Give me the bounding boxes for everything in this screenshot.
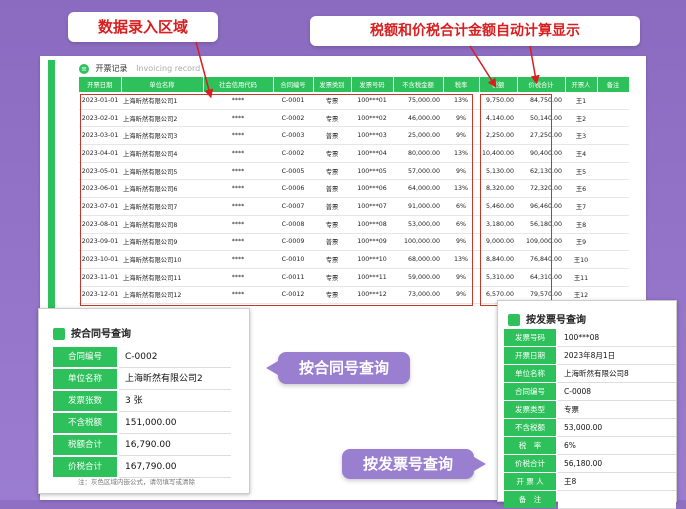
field-value: C-0008 (558, 383, 676, 401)
field-label: 价税合计 (53, 457, 117, 477)
invoice-query-title: 按发票号查询 (508, 311, 586, 326)
field-label: 合同编号 (53, 347, 117, 367)
field-value: 2023年8月1日 (558, 347, 676, 365)
bubble-contract-query: 按合同号查询 (266, 352, 410, 384)
field-label: 不含税额 (53, 413, 117, 433)
field-label: 价税合计 (504, 455, 556, 472)
field-label: 发票类型 (504, 401, 556, 418)
field-value[interactable]: C-0002 (119, 347, 231, 368)
arrow-entry (195, 41, 214, 99)
field-label: 不含税额 (504, 419, 556, 436)
field-label: 单位名称 (504, 365, 556, 382)
field-label: 发票张数 (53, 391, 117, 411)
field-value: 53,000.00 (558, 419, 676, 437)
field-label: 开票日期 (504, 347, 556, 364)
arrow-tax (469, 45, 497, 88)
field-label: 发票号码 (504, 329, 556, 346)
contract-query-title: 按合同号查询 (53, 325, 131, 340)
field-value: 56,180.00 (558, 455, 676, 473)
field-value: 151,000.00 (119, 413, 231, 434)
field-value: 专票 (558, 401, 676, 419)
bubble-invoice-query: 按发票号查询 (342, 449, 486, 479)
field-value[interactable]: 100***08 (558, 329, 676, 347)
field-value: 6% (558, 437, 676, 455)
field-label: 税 率 (504, 437, 556, 454)
invoice-query-panel: 按发票号查询 发票号码 100***08 开票日期 2023年8月1日 单位名称 上海昕然… (497, 300, 677, 509)
contract-query-panel: 按合同号查询 合同编号 C-0002 单位名称 上海昕然有限公司2 发票张数 3 张不含税… (38, 308, 250, 494)
field-value (558, 491, 676, 509)
field-label: 税额合计 (53, 435, 117, 455)
field-value: 16,790.00 (119, 435, 231, 456)
field-label: 开 票 人 (504, 473, 556, 490)
arrow-total (529, 45, 540, 85)
field-value: 3 张 (119, 391, 231, 412)
field-value: 上海昕然有限公司8 (558, 365, 676, 383)
gear-icon (508, 314, 520, 326)
truck-icon (53, 328, 65, 340)
field-value: 王8 (558, 473, 676, 491)
formula-note: 注：灰色区域内嵌公式，请勿填写或清除 (78, 478, 195, 486)
field-label: 单位名称 (53, 369, 117, 389)
field-value: 167,790.00 (119, 457, 231, 478)
field-value: 上海昕然有限公司2 (119, 369, 231, 390)
field-label: 合同编号 (504, 383, 556, 400)
